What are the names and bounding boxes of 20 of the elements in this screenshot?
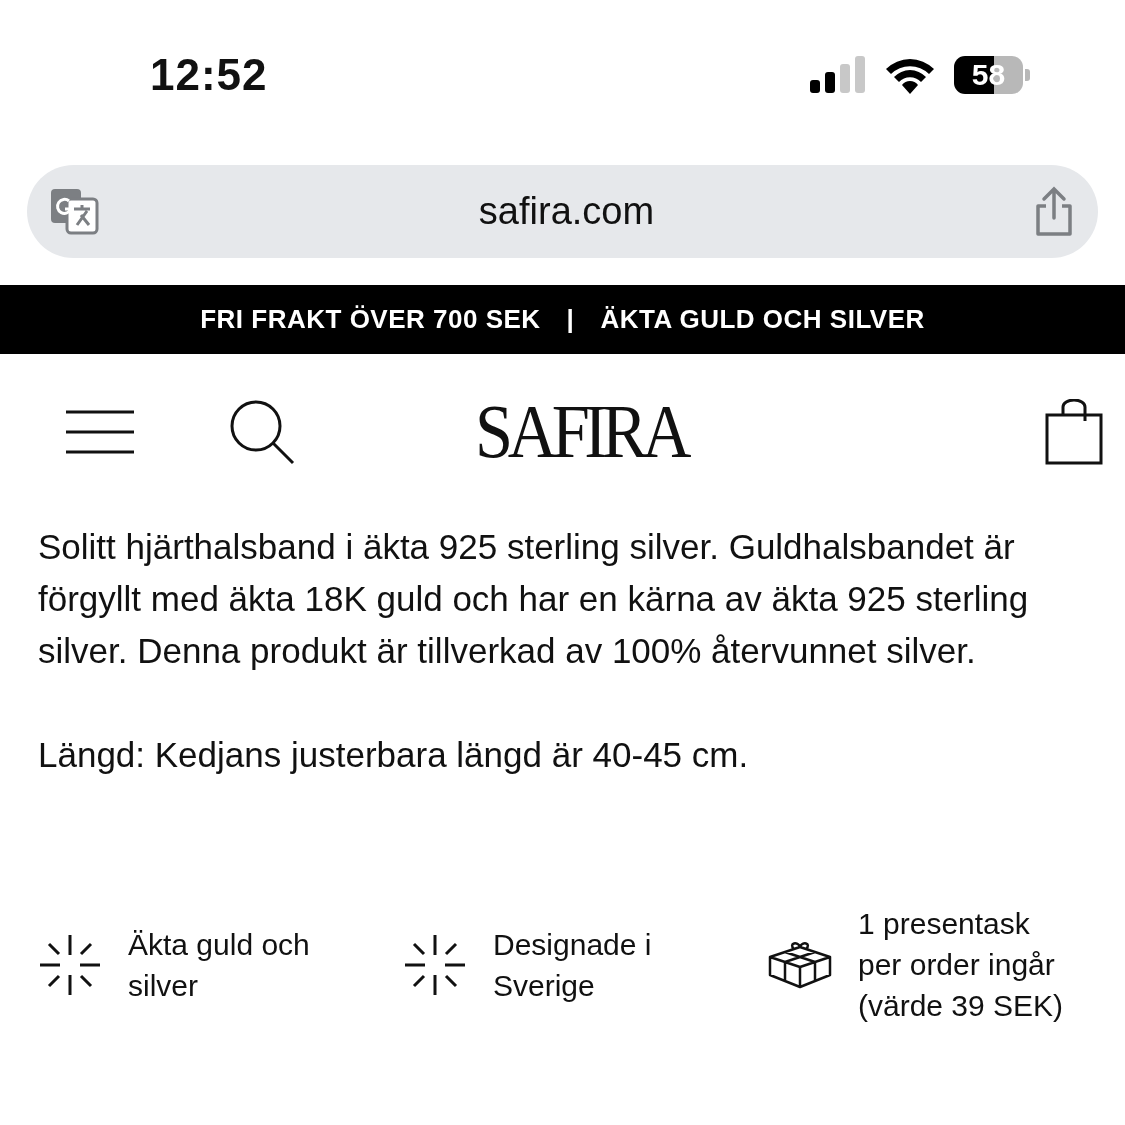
promo-text: FRI FRAKT ÖVER 700 SEK (200, 304, 541, 335)
separator-text: | (566, 304, 575, 335)
sparkle-icon (38, 932, 102, 997)
url-text[interactable]: safira.com (478, 190, 655, 233)
translate-icon[interactable] (49, 186, 101, 237)
promo-text: ÄKTA GULD OCH SILVER (600, 304, 925, 335)
feature-text: Äkta guld och silver (128, 926, 311, 1004)
description-paragraph: Längd: Kedjans justerbara längd är 40-45 cm. (38, 734, 750, 776)
feature-text: Designade i Sverige (493, 926, 653, 1004)
description-paragraph: Solitt hjärthalsband i äkta 925 sterling silver. Guldhalsbandet är förgyllt med äkta 18K guld och har en kärna av äkta 925 sterling silver. Denna produkt är tillverkad av 100% återvunnet silver. (38, 526, 1030, 672)
signal-icon (810, 56, 866, 94)
feature-text: 1 presentask per order ingår (värde 39 SEK) (858, 906, 1065, 1024)
sparkle-icon (403, 932, 467, 997)
address-bar[interactable]: safira.com (27, 165, 1098, 258)
shopping-bag-icon[interactable] (1045, 398, 1103, 465)
menu-icon[interactable] (66, 409, 134, 454)
gift-icon (768, 940, 832, 989)
clock-time: 12:52 (150, 50, 268, 100)
logo[interactable]: SAFIRA (475, 388, 1015, 475)
search-icon[interactable] (229, 398, 295, 465)
